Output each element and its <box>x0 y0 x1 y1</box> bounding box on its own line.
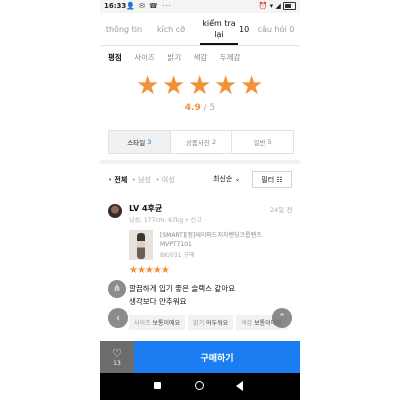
star-icon: ★ <box>214 71 238 101</box>
rating-max: / 5 <box>203 103 216 113</box>
reviewer-meta: 남성, 177cm, 67kg • 신고 <box>129 217 202 224</box>
chevron-down-icon: ⌄ <box>234 175 241 183</box>
tab-style-reviews[interactable]: 스타일 3 <box>109 131 171 153</box>
star-icon: ★ <box>162 71 186 101</box>
tab-general-reviews[interactable]: 일반 5 <box>232 131 293 153</box>
sort-row: • 전체 • 남성 • 여성 최신순 ⌄ 필터 ☷ <box>100 170 300 190</box>
rating-value: 4.9 <box>184 103 201 113</box>
status-time: 16:33 <box>104 2 127 10</box>
signal-icons: ⏰ ▾ ◢ <box>258 2 281 10</box>
tab-count: 3 <box>147 138 152 146</box>
product-figure <box>137 233 145 259</box>
filter-female[interactable]: 여성 <box>162 176 175 184</box>
product-option: BK/031 구매 <box>160 252 195 259</box>
tab-product-photo-reviews[interactable]: 상품사진 2 <box>171 131 233 153</box>
star-icon: ★ <box>240 71 264 101</box>
tab-count: 2 <box>211 138 217 146</box>
heart-icon: ♡ <box>112 346 122 360</box>
review-tags: 사이즈 보통이에요 밝기 어두워요 색감 보통이에요 <box>129 315 290 330</box>
sort-dropdown[interactable]: 최신순 ⌄ <box>213 174 240 184</box>
rating-tab-thickness[interactable]: 두께감 <box>220 53 241 62</box>
home-icon[interactable] <box>195 381 204 390</box>
back-icon[interactable] <box>236 381 243 391</box>
rating-tab-size[interactable]: 사이즈 <box>134 53 155 62</box>
active-tab-indicator <box>200 43 238 45</box>
recent-apps-icon[interactable] <box>154 382 161 389</box>
star-icon: ★ <box>188 71 212 101</box>
scroll-top-icon[interactable]: ⌃ <box>272 308 292 328</box>
tab-review[interactable]: kiểm tra lại <box>198 13 240 45</box>
buy-button[interactable]: 구매하기 <box>134 341 300 373</box>
purchase-bar: ♡ 13 구매하기 <box>100 341 300 373</box>
rating-tab-brightness[interactable]: 밝기 <box>167 53 181 62</box>
system-nav-bar <box>100 373 300 400</box>
rating-score: 4.9 / 5 <box>100 103 300 113</box>
like-button[interactable]: ♡ 13 <box>100 341 134 373</box>
rating-category-tabs: 평점 사이즈 밝기 색감 두께감 <box>108 52 250 63</box>
filter-icon: ☷ <box>276 175 283 184</box>
tag-size: 사이즈 보통이에요 <box>129 315 186 330</box>
tab-count: 5 <box>267 138 272 146</box>
tab-qna[interactable]: câu hỏi 0 <box>254 13 298 45</box>
review-date: 24일 전 <box>270 206 293 214</box>
share-icon[interactable]: ⋔ <box>108 280 126 298</box>
status-bar: 16:33 👤 ✉ ☎ ··· ⏰ ▾ ◢ <box>100 0 300 13</box>
tab-label: 스타일 <box>127 139 146 147</box>
system-icons: ⏰ ▾ ◢ <box>259 2 296 10</box>
rating-tab-score[interactable]: 평점 <box>108 53 122 62</box>
rating-tab-color[interactable]: 색감 <box>194 53 208 62</box>
filter-label: 필터 <box>261 175 275 184</box>
sort-label: 최신순 <box>213 175 233 183</box>
gender-filter: • 전체 • 남성 • 여성 <box>108 176 175 184</box>
filter-male[interactable]: 남성 <box>138 176 151 184</box>
section-divider <box>100 160 300 164</box>
product-tabs: thông tin kích cỡ kiểm tra lại 10 câu hỏ… <box>100 13 300 46</box>
avatar[interactable] <box>108 204 122 218</box>
star-icon: ★ <box>136 71 160 101</box>
filter-button[interactable]: 필터 ☷ <box>252 171 292 188</box>
product-thumbnail[interactable] <box>129 230 153 260</box>
chevron-left-icon[interactable]: ‹ <box>108 308 128 328</box>
rating-stars: ★ ★ ★ ★ ★ <box>136 73 264 99</box>
review-type-tabs: 스타일 3 상품사진 2 일반 5 <box>108 130 294 154</box>
review-text: 깔끔하게 입기 좋은 슬랙스 같아요 생각보다 안추워요 <box>129 282 289 308</box>
battery-icon <box>283 2 296 10</box>
tab-label: 상품사진 <box>185 139 210 147</box>
product-name[interactable]: [SMART][정]테이퍼드지지밴딩크롭팬츠 MVPT7101 <box>160 231 294 249</box>
filter-all[interactable]: 전체 <box>114 176 127 184</box>
like-count: 13 <box>113 359 121 367</box>
tab-info[interactable]: thông tin <box>102 13 146 45</box>
tab-label: 일반 <box>253 139 266 147</box>
reviewer-name[interactable]: LV 4후균 <box>129 203 162 214</box>
tab-size[interactable]: kích cỡ <box>150 13 192 45</box>
active-dot: • <box>108 176 113 184</box>
notification-icons: 👤 ✉ ☎ ··· <box>126 2 172 10</box>
review-text-line: 깔끔하게 입기 좋은 슬랙스 같아요 <box>129 284 236 293</box>
review-text-line: 생각보다 안추워요 <box>129 297 187 306</box>
tab-review-count: 10 <box>239 24 250 34</box>
phone-screen: 16:33 👤 ✉ ☎ ··· ⏰ ▾ ◢ thông tin kích cỡ … <box>100 0 300 400</box>
review-stars: ★★★★★ <box>129 265 170 276</box>
tag-brightness: 밝기 어두워요 <box>188 315 234 330</box>
